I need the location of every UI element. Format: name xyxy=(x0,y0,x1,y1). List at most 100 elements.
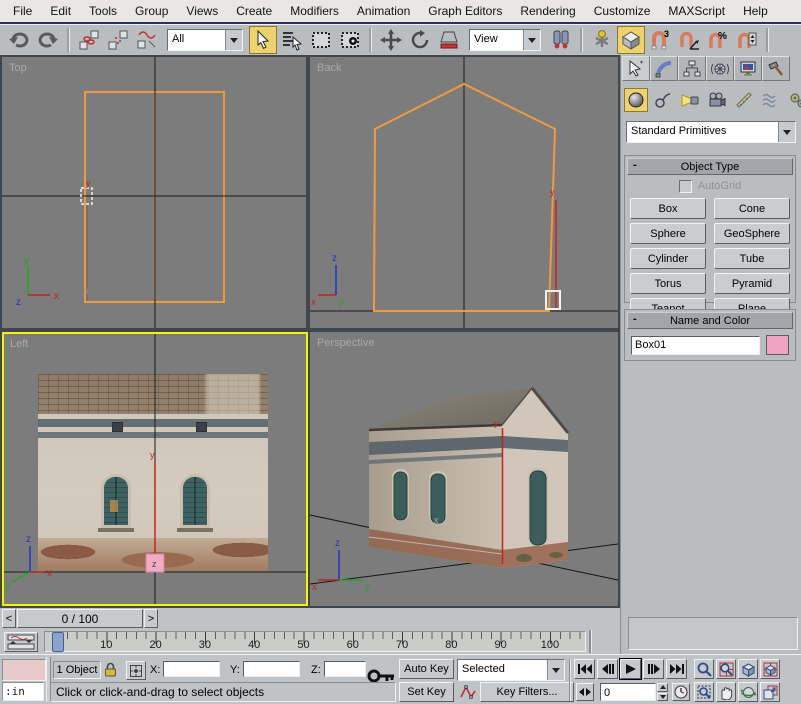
tab-hierarchy[interactable] xyxy=(678,56,706,81)
angle-snap-icon[interactable] xyxy=(675,26,703,54)
menu-item[interactable]: File xyxy=(4,2,41,20)
menu-item[interactable]: Group xyxy=(126,2,177,20)
key-mode-toggle-icon[interactable] xyxy=(576,683,594,701)
primitive-button[interactable]: Torus xyxy=(630,273,706,294)
selection-lock-icon[interactable] xyxy=(102,661,118,677)
select-and-rotate-icon[interactable] xyxy=(406,26,434,54)
macro-recorder-pane[interactable] xyxy=(2,659,46,681)
redo-icon[interactable] xyxy=(34,26,62,54)
menu-item[interactable]: Animation xyxy=(348,2,419,20)
zoom-all-icon[interactable] xyxy=(716,659,736,679)
region-zoom-icon[interactable] xyxy=(694,682,714,702)
window-crossing-icon[interactable] xyxy=(336,26,364,54)
primitive-button[interactable]: Pyramid xyxy=(714,273,790,294)
viewport-top[interactable]: y x y x z Top xyxy=(2,57,306,328)
previous-frame-button[interactable] xyxy=(597,659,618,679)
play-animation-button[interactable] xyxy=(619,658,642,680)
selection-set-dropdown[interactable]: Selected xyxy=(457,659,565,681)
category-shapes[interactable] xyxy=(651,88,675,112)
tab-display[interactable] xyxy=(734,56,762,81)
key-filters-button[interactable]: Key Filters... xyxy=(480,682,574,702)
viewport-label[interactable]: Perspective xyxy=(317,337,374,349)
previous-frame-arrow[interactable]: < xyxy=(2,609,16,628)
object-color-swatch[interactable] xyxy=(766,335,789,355)
new-key-curve-icon[interactable] xyxy=(459,683,477,701)
unlink-selection-icon[interactable] xyxy=(104,26,132,54)
select-and-move-icon[interactable] xyxy=(377,26,405,54)
tab-motion[interactable] xyxy=(706,56,734,81)
snap-3d-icon[interactable]: 3 xyxy=(646,26,674,54)
time-slider-button[interactable]: 0 / 100 xyxy=(17,609,143,628)
zoom-extents-all-icon[interactable] xyxy=(760,659,780,679)
menu-item[interactable]: Customize xyxy=(585,2,660,20)
x-coordinate-field[interactable] xyxy=(163,661,220,677)
zoom-icon[interactable] xyxy=(694,659,714,679)
name-and-color-rollout-header[interactable]: - Name and Color xyxy=(627,312,793,329)
snaps-toggle-cube-icon[interactable] xyxy=(617,26,645,54)
pan-hand-icon[interactable] xyxy=(716,682,736,702)
dropdown-arrow-icon[interactable] xyxy=(225,30,242,50)
primitive-button[interactable]: Cone xyxy=(714,198,790,219)
current-frame-field[interactable] xyxy=(600,683,656,701)
dropdown-arrow-icon[interactable] xyxy=(547,660,564,680)
viewport-label[interactable]: Back xyxy=(317,62,342,74)
open-mini-curve-editor-icon[interactable] xyxy=(4,632,38,652)
bind-to-space-warp-icon[interactable] xyxy=(133,26,161,54)
select-and-link-icon[interactable] xyxy=(75,26,103,54)
track-bar-frame-handle[interactable] xyxy=(52,632,64,652)
primitive-button[interactable]: Sphere xyxy=(630,223,706,244)
primitive-button[interactable]: Cylinder xyxy=(630,248,706,269)
primitive-category-dropdown[interactable]: Standard Primitives xyxy=(626,121,796,143)
spinner-snap-icon[interactable] xyxy=(733,26,761,54)
collapse-icon[interactable]: - xyxy=(633,313,637,325)
menu-item[interactable]: Create xyxy=(227,2,281,20)
z-coordinate-field[interactable] xyxy=(324,661,366,677)
category-helpers[interactable] xyxy=(732,88,756,112)
category-cameras[interactable] xyxy=(705,88,729,112)
tab-create[interactable] xyxy=(622,56,650,81)
dropdown-arrow-icon[interactable] xyxy=(778,122,795,142)
reference-coordinate-system-dropdown[interactable]: View xyxy=(469,29,541,51)
rectangular-selection-region-icon[interactable] xyxy=(307,26,335,54)
arc-rotate-icon[interactable] xyxy=(738,682,758,702)
menu-item[interactable]: Help xyxy=(734,2,777,20)
primitive-button[interactable]: Tube xyxy=(714,248,790,269)
select-and-manipulate-icon[interactable] xyxy=(588,26,616,54)
select-by-name-icon[interactable] xyxy=(278,26,306,54)
frame-spinner[interactable] xyxy=(657,683,668,701)
menu-item[interactable]: Views xyxy=(177,2,227,20)
menu-item[interactable]: Tools xyxy=(80,2,126,20)
menu-item[interactable]: Modifiers xyxy=(281,2,348,20)
selection-filter-dropdown[interactable]: All xyxy=(167,29,243,51)
category-space-warps[interactable] xyxy=(759,88,783,112)
min-max-toggle-icon[interactable] xyxy=(760,682,780,702)
percent-snap-icon[interactable]: % xyxy=(704,26,732,54)
object-type-rollout-header[interactable]: - Object Type xyxy=(627,158,793,175)
maxscript-mini-listener[interactable]: :in xyxy=(2,682,44,701)
menu-item[interactable]: MAXScript xyxy=(659,2,734,20)
collapse-icon[interactable]: - xyxy=(633,159,637,171)
next-frame-button[interactable] xyxy=(643,659,664,679)
tab-utilities[interactable] xyxy=(762,56,790,81)
go-to-end-button[interactable] xyxy=(666,659,687,679)
absolute-mode-transform-icon[interactable] xyxy=(126,661,146,680)
next-frame-arrow[interactable]: > xyxy=(144,609,158,628)
use-pivot-point-center-icon[interactable] xyxy=(547,26,575,54)
select-and-scale-icon[interactable] xyxy=(435,26,463,54)
dropdown-arrow-icon[interactable] xyxy=(523,30,540,50)
menu-item[interactable]: Rendering xyxy=(511,2,584,20)
autogrid-checkbox[interactable] xyxy=(678,179,692,193)
menu-item[interactable]: Graph Editors xyxy=(419,2,511,20)
select-object-button[interactable] xyxy=(249,26,277,54)
set-key-button[interactable]: Set Key xyxy=(399,682,454,702)
viewport-perspective[interactable]: y x z x y Perspective xyxy=(310,332,618,606)
y-coordinate-field[interactable] xyxy=(243,661,300,677)
auto-key-button[interactable]: Auto Key xyxy=(399,659,454,679)
category-lights[interactable] xyxy=(678,88,702,112)
menu-item[interactable]: Edit xyxy=(41,2,80,20)
viewport-label[interactable]: Top xyxy=(9,62,27,74)
category-geometry[interactable] xyxy=(624,88,648,112)
primitive-button[interactable]: GeoSphere xyxy=(714,223,790,244)
go-to-start-button[interactable] xyxy=(574,659,595,679)
viewport-left-active[interactable]: y z z x y Left xyxy=(2,332,308,606)
